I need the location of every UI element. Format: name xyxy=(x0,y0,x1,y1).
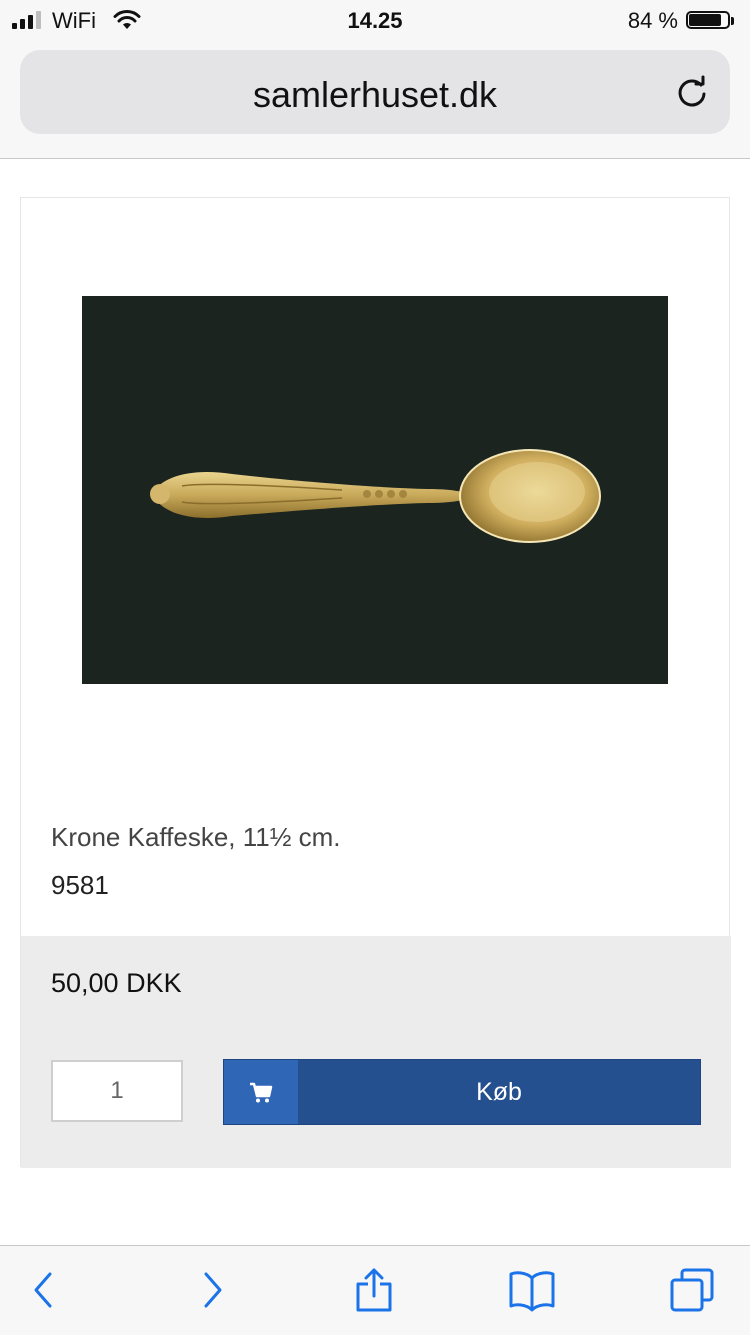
reload-icon[interactable] xyxy=(674,74,710,110)
quantity-input[interactable] xyxy=(51,1060,183,1122)
browser-chrome: samlerhuset.dk xyxy=(0,42,750,159)
address-bar[interactable]: samlerhuset.dk xyxy=(20,50,730,134)
browser-toolbar xyxy=(0,1245,750,1335)
cart-icon-box xyxy=(224,1060,298,1124)
product-price: 50,00 DKK xyxy=(51,968,182,998)
gold-coffee-spoon-image xyxy=(82,296,668,684)
buy-button[interactable]: Køb xyxy=(223,1059,701,1125)
price-panel: 50,00 DKK Køb xyxy=(21,936,731,1168)
back-icon[interactable] xyxy=(20,1266,68,1314)
cart-icon xyxy=(250,1082,273,1103)
url-text[interactable]: samlerhuset.dk xyxy=(20,74,730,116)
product-image[interactable] xyxy=(82,296,668,684)
share-icon[interactable] xyxy=(350,1266,398,1314)
tabs-icon[interactable] xyxy=(668,1266,716,1314)
product-card: Krone Kaffeske, 11½ cm. 9581 50,00 DKK K… xyxy=(20,197,731,1168)
bookmarks-icon[interactable] xyxy=(508,1266,556,1314)
status-bar: WiFi 14.25 84 % xyxy=(0,0,750,42)
battery-percent: 84 % xyxy=(627,8,678,33)
product-number: 9581 xyxy=(51,870,109,900)
buy-label: Køb xyxy=(476,1078,522,1106)
forward-icon[interactable] xyxy=(188,1266,236,1314)
battery-icon xyxy=(686,11,736,31)
product-name[interactable]: Krone Kaffeske, 11½ cm. xyxy=(51,822,341,853)
